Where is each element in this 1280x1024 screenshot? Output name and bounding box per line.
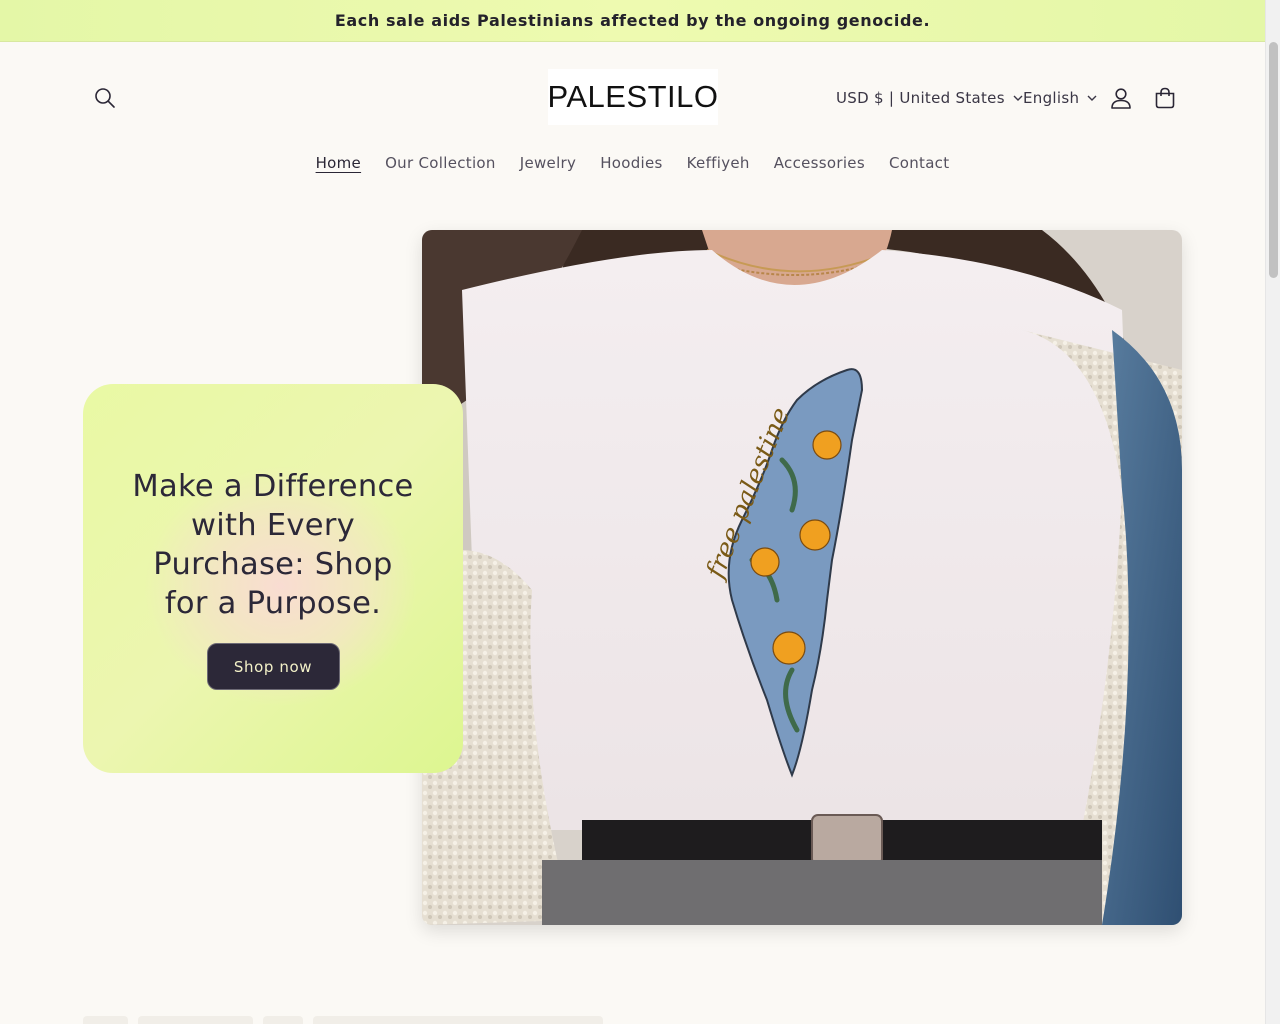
nav-item-hoodies[interactable]: Hoodies: [600, 154, 662, 178]
currency-label: USD $ | United States: [836, 89, 1005, 107]
next-section-block: [263, 1016, 303, 1024]
logo-text: PALESTILO: [547, 79, 719, 114]
nav-item-keffiyeh[interactable]: Keffiyeh: [687, 154, 750, 178]
nav-item-contact[interactable]: Contact: [889, 154, 949, 178]
hero-heading: Make a Difference with Every Purchase: S…: [132, 469, 414, 621]
main-nav: Home Our Collection Jewelry Hoodies Keff…: [316, 154, 950, 178]
nav-item-jewelry[interactable]: Jewelry: [520, 154, 576, 178]
account-button[interactable]: [1105, 82, 1137, 114]
account-icon: [1111, 88, 1131, 109]
nav-item-our-collection[interactable]: Our Collection: [385, 154, 496, 178]
page-scrollbar[interactable]: [1265, 0, 1280, 1024]
next-section-block: [313, 1016, 603, 1024]
cart-button[interactable]: [1149, 82, 1181, 114]
chevron-down-icon: [1013, 95, 1023, 101]
language-selector[interactable]: English: [1023, 84, 1097, 112]
hero-card: Make a Difference with Every Purchase: S…: [83, 384, 463, 773]
search-icon: [95, 88, 115, 108]
next-section-preview: [83, 1016, 633, 1024]
chevron-down-icon: [1087, 95, 1097, 101]
nav-item-home[interactable]: Home: [316, 154, 362, 178]
hero-image: free palestine: [422, 230, 1182, 925]
announcement-text: Each sale aids Palestinians affected by …: [334, 11, 931, 30]
store-logo[interactable]: PALESTILO: [547, 69, 719, 125]
cart-icon: [1155, 87, 1175, 109]
next-section-block: [138, 1016, 253, 1024]
announcement-bar: Each sale aids Palestinians affected by …: [0, 0, 1265, 42]
nav-item-accessories[interactable]: Accessories: [774, 154, 865, 178]
next-section-block: [83, 1016, 128, 1024]
search-button[interactable]: [90, 83, 120, 113]
language-label: English: [1023, 89, 1080, 107]
shop-now-button[interactable]: Shop now: [206, 643, 340, 690]
currency-selector[interactable]: USD $ | United States: [836, 84, 1023, 112]
hero-photo-illustration: free palestine: [422, 230, 1182, 925]
scrollbar-thumb[interactable]: [1269, 42, 1278, 278]
